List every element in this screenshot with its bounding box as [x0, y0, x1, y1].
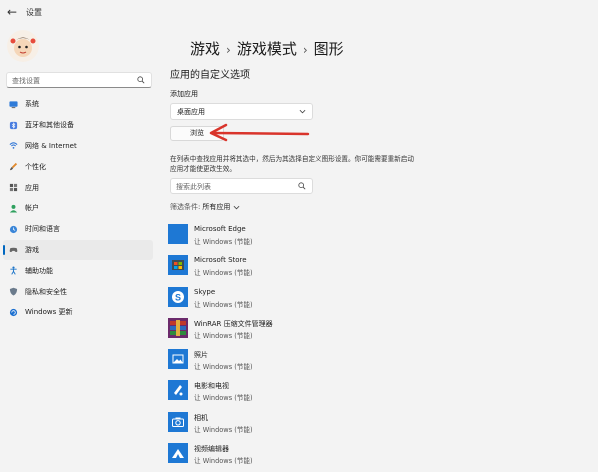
app-type-dropdown[interactable]: 桌面应用	[170, 103, 313, 120]
chevron-down-icon	[299, 109, 306, 114]
list-item[interactable]: 照片 让 Windows (节能)	[168, 347, 588, 378]
list-item[interactable]: WinRAR 压缩文件管理器 让 Windows (节能)	[168, 316, 588, 347]
app-gpu-preference: 让 Windows (节能)	[194, 238, 253, 246]
wifi-icon	[9, 142, 18, 150]
monitor-icon	[9, 101, 18, 108]
globe-clock-icon	[9, 225, 18, 233]
sidebar-nav: 系统 蓝牙和其他设备 网络 & Internet 个性化 应用 帐户 时间和语言…	[0, 94, 156, 323]
list-item[interactable]: Microsoft Store 让 Windows (节能)	[168, 253, 588, 284]
chevron-down-icon	[233, 205, 240, 209]
filter-value: 所有应用	[202, 203, 231, 211]
photos-icon	[168, 349, 188, 370]
app-gpu-preference: 让 Windows (节能)	[194, 394, 253, 403]
winrar-icon	[168, 317, 188, 338]
sidebar-item-accounts[interactable]: 帐户	[3, 198, 153, 219]
edge-icon	[168, 224, 188, 244]
app-gpu-preference: 让 Windows (节能)	[194, 269, 253, 278]
app-gpu-preference: 让 Windows (节能)	[194, 363, 253, 372]
store-icon	[168, 255, 188, 276]
list-item[interactable]: S Skype 让 Windows (节能)	[168, 285, 588, 316]
list-search-placeholder: 搜索此列表	[176, 183, 211, 191]
section-title: 应用的自定义选项	[170, 70, 250, 81]
person-icon	[9, 204, 18, 213]
sidebar-item-privacy[interactable]: 隐私和安全性	[3, 281, 153, 302]
app-name: Skype	[194, 287, 216, 296]
add-app-label: 添加应用	[170, 90, 198, 98]
sidebar-item-label: 帐户	[25, 204, 39, 213]
app-name: 照片	[194, 351, 208, 360]
sidebar-item-personalization[interactable]: 个性化	[3, 156, 153, 177]
app-gpu-preference: 让 Windows (节能)	[194, 331, 253, 340]
list-item[interactable]: Microsoft Edge 让 Windows (节能)	[168, 222, 588, 253]
app-name: Microsoft Store	[194, 256, 247, 265]
list-item[interactable]: 视频编辑器 让 Windows (节能)	[168, 441, 588, 472]
sidebar-item-label: Windows 更新	[25, 308, 73, 317]
sidebar-item-label: 游戏	[25, 245, 39, 254]
sidebar-item-system[interactable]: 系统	[3, 94, 153, 115]
search-icon	[137, 76, 145, 84]
breadcrumb-separator: ›	[302, 43, 308, 57]
app-gpu-preference: 让 Windows (节能)	[194, 457, 253, 466]
breadcrumb-item-game-mode[interactable]: 游戏模式	[237, 40, 297, 58]
filter-control[interactable]: 筛选条件: 所有应用	[170, 202, 240, 212]
breadcrumb-item-graphics: 图形	[313, 40, 344, 58]
breadcrumb-item-gaming[interactable]: 游戏	[190, 40, 220, 58]
app-gpu-preference: 让 Windows (节能)	[194, 425, 253, 434]
list-item[interactable]: 相机 让 Windows (节能)	[168, 410, 588, 441]
app-name: Microsoft Edge	[194, 225, 246, 233]
sidebar-item-label: 网络 & Internet	[25, 141, 77, 150]
sidebar-item-network[interactable]: 网络 & Internet	[3, 136, 153, 157]
window-title: 设置	[26, 8, 42, 17]
sidebar-item-accessibility[interactable]: 辅助功能	[3, 260, 153, 281]
sidebar-item-label: 个性化	[25, 162, 46, 171]
video-editor-icon	[168, 443, 188, 464]
app-name: WinRAR 压缩文件管理器	[194, 319, 273, 328]
brush-icon	[9, 163, 18, 171]
app-name: 电影和电视	[194, 382, 229, 391]
skype-icon: S	[168, 286, 188, 307]
apps-icon	[9, 183, 18, 192]
back-arrow-icon[interactable]: ←	[5, 5, 19, 19]
annotation-arrow	[209, 123, 310, 142]
dropdown-value: 桌面应用	[177, 108, 205, 116]
sidebar-item-apps[interactable]: 应用	[3, 177, 153, 198]
gamepad-icon	[9, 248, 18, 253]
sidebar-item-label: 应用	[25, 183, 39, 192]
app-list: Microsoft Edge 让 Windows (节能) Microsoft …	[168, 222, 588, 472]
sidebar-item-gaming[interactable]: 游戏	[3, 239, 153, 261]
movies-tv-icon	[168, 380, 188, 401]
sidebar-item-label: 隐私和安全性	[25, 287, 67, 296]
list-item[interactable]: 电影和电视 让 Windows (节能)	[168, 378, 588, 409]
sidebar-item-windows-update[interactable]: Windows 更新	[3, 302, 153, 323]
active-indicator	[3, 244, 5, 255]
sidebar-item-label: 时间和语言	[25, 225, 60, 234]
description-text: 在列表中查找应用并将其选中，然后为其选择自定义图形设置。你可能需要重新启动应用才…	[170, 155, 414, 173]
settings-search-box[interactable]: 查找设置	[6, 72, 152, 88]
update-icon	[9, 308, 18, 316]
shield-icon	[9, 287, 18, 296]
sidebar-item-label: 辅助功能	[25, 266, 53, 275]
breadcrumb-separator: ›	[226, 43, 231, 57]
svg-text:S: S	[175, 292, 181, 302]
sidebar-item-label: 蓝牙和其他设备	[25, 121, 74, 130]
camera-icon	[168, 411, 188, 432]
accessibility-icon	[10, 266, 17, 275]
search-icon	[298, 182, 306, 190]
sidebar-item-time-language[interactable]: 时间和语言	[3, 219, 153, 240]
app-name: 相机	[194, 413, 208, 422]
title-bar: ← 设置	[0, 0, 598, 26]
sidebar-item-bluetooth[interactable]: 蓝牙和其他设备	[3, 115, 153, 136]
avatar[interactable]	[7, 30, 39, 62]
app-name: 视频编辑器	[194, 445, 229, 454]
settings-search-placeholder: 查找设置	[12, 77, 40, 85]
breadcrumb: 游戏 › 游戏模式 › 图形	[190, 38, 344, 59]
sidebar-item-label: 系统	[25, 100, 39, 109]
filter-label: 筛选条件:	[170, 203, 201, 211]
list-search-box[interactable]: 搜索此列表	[170, 178, 313, 194]
app-gpu-preference: 让 Windows (节能)	[194, 300, 253, 309]
bluetooth-icon	[9, 121, 18, 129]
